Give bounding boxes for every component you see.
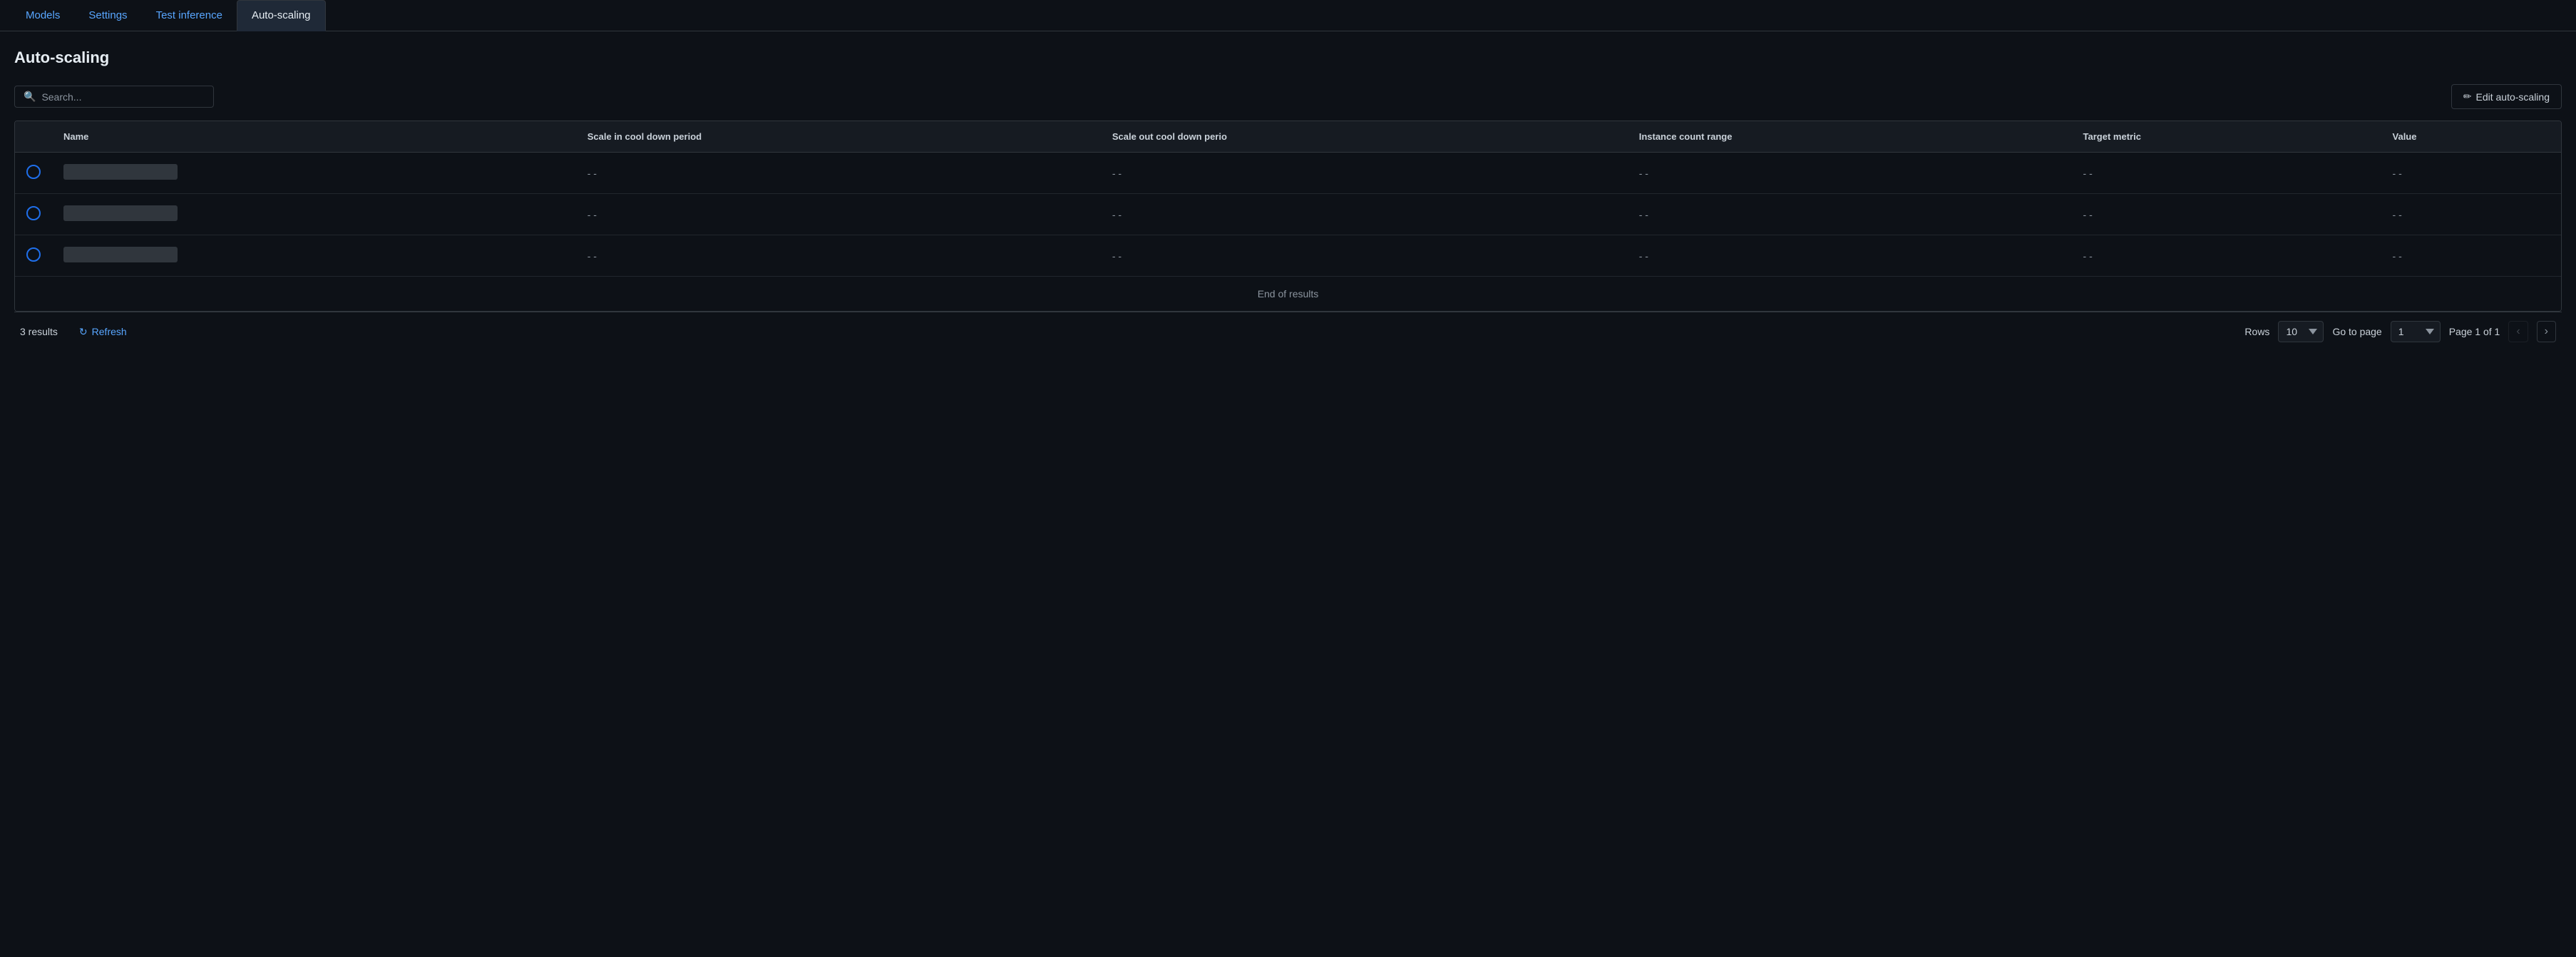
name-placeholder-2 xyxy=(63,205,178,221)
search-icon: 🔍 xyxy=(24,91,36,103)
col-select xyxy=(15,121,52,153)
radio-button-3[interactable] xyxy=(26,247,41,262)
row-1-target-metric: - - xyxy=(2072,153,2381,194)
row-1-scale-out: - - xyxy=(1101,153,1628,194)
col-instance-count: Instance count range xyxy=(1628,121,2072,153)
go-to-page-label: Go to page xyxy=(2332,326,2381,337)
edit-auto-scaling-button[interactable]: ✏ Edit auto-scaling xyxy=(2451,84,2562,109)
row-1-value: - - xyxy=(2381,153,2561,194)
row-3-scale-out: - - xyxy=(1101,235,1628,277)
refresh-button[interactable]: ↻ Refresh xyxy=(72,322,134,342)
table-footer: 3 results ↻ Refresh Rows 10 25 50 100 Go… xyxy=(14,312,2562,351)
table-container: Name Scale in cool down period Scale out… xyxy=(14,121,2562,312)
col-scale-in: Scale in cool down period xyxy=(576,121,1101,153)
name-placeholder-1 xyxy=(63,164,178,180)
row-2-value: - - xyxy=(2381,194,2561,235)
radio-button-2[interactable] xyxy=(26,206,41,220)
tab-settings[interactable]: Settings xyxy=(74,1,141,31)
search-input[interactable] xyxy=(41,91,205,103)
tabs-bar: Models Settings Test inference Auto-scal… xyxy=(0,0,2576,31)
tab-auto-scaling[interactable]: Auto-scaling xyxy=(237,0,326,31)
table-row: - - - - - - - - - - xyxy=(15,235,2561,277)
tab-models[interactable]: Models xyxy=(11,1,74,31)
row-1-name xyxy=(52,153,576,194)
row-1-instance-count: - - xyxy=(1628,153,2072,194)
table-row: - - - - - - - - - - xyxy=(15,194,2561,235)
page-content: Auto-scaling 🔍 ✏ Edit auto-scaling Name … xyxy=(0,31,2576,368)
row-3-value: - - xyxy=(2381,235,2561,277)
table-body: - - - - - - - - - - - - - - - - xyxy=(15,153,2561,277)
row-3-scale-in: - - xyxy=(576,235,1101,277)
results-count: 3 results xyxy=(20,326,58,337)
edit-button-label: Edit auto-scaling xyxy=(2475,91,2550,103)
row-3-instance-count: - - xyxy=(1628,235,2072,277)
edit-icon: ✏ xyxy=(2463,91,2472,103)
row-2-select[interactable] xyxy=(15,194,52,235)
end-of-results: End of results xyxy=(15,276,2561,311)
row-3-select[interactable] xyxy=(15,235,52,277)
page-title: Auto-scaling xyxy=(14,48,2562,67)
row-2-name xyxy=(52,194,576,235)
prev-page-button[interactable]: ‹ xyxy=(2508,321,2528,342)
row-3-target-metric: - - xyxy=(2072,235,2381,277)
rows-per-page-select[interactable]: 10 25 50 100 xyxy=(2278,321,2324,342)
next-page-button[interactable]: › xyxy=(2537,321,2556,342)
search-container: 🔍 xyxy=(14,86,214,108)
row-2-scale-in: - - xyxy=(576,194,1101,235)
row-2-scale-out: - - xyxy=(1101,194,1628,235)
tab-test-inference[interactable]: Test inference xyxy=(142,1,237,31)
refresh-icon: ↻ xyxy=(79,326,88,338)
page-info: Page 1 of 1 xyxy=(2449,326,2500,337)
row-1-scale-in: - - xyxy=(576,153,1101,194)
table-row: - - - - - - - - - - xyxy=(15,153,2561,194)
refresh-label: Refresh xyxy=(92,326,127,337)
row-3-name xyxy=(52,235,576,277)
radio-button-1[interactable] xyxy=(26,165,41,179)
auto-scaling-table: Name Scale in cool down period Scale out… xyxy=(15,121,2561,276)
row-2-target-metric: - - xyxy=(2072,194,2381,235)
table-header: Name Scale in cool down period Scale out… xyxy=(15,121,2561,153)
page-select[interactable]: 1 xyxy=(2391,321,2441,342)
row-1-select[interactable] xyxy=(15,153,52,194)
pagination-controls: Rows 10 25 50 100 Go to page 1 Page 1 of… xyxy=(2244,321,2556,342)
name-placeholder-3 xyxy=(63,247,178,262)
col-target-metric: Target metric xyxy=(2072,121,2381,153)
col-scale-out: Scale out cool down perio xyxy=(1101,121,1628,153)
col-name: Name xyxy=(52,121,576,153)
col-value: Value xyxy=(2381,121,2561,153)
row-2-instance-count: - - xyxy=(1628,194,2072,235)
toolbar: 🔍 ✏ Edit auto-scaling xyxy=(14,84,2562,109)
rows-label: Rows xyxy=(2244,326,2269,337)
